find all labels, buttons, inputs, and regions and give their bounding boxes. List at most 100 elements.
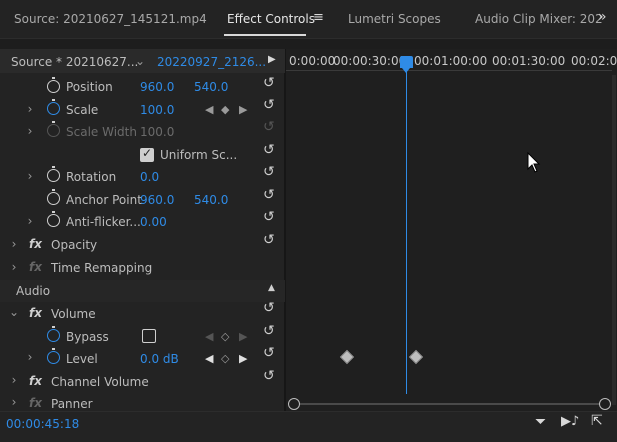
- chevron-right-icon[interactable]: ›: [9, 237, 19, 251]
- more-panels-icon[interactable]: »: [598, 9, 607, 25]
- tab-source[interactable]: Source: 20210627_145121.mp4: [14, 12, 207, 26]
- panel-divider[interactable]: [284, 49, 286, 411]
- reset-icon[interactable]: ↺: [263, 75, 275, 91]
- current-timecode[interactable]: 00:00:45:18: [6, 417, 79, 431]
- next-keyframe-icon[interactable]: ▶: [239, 352, 247, 365]
- fx-icon: fx: [29, 396, 42, 410]
- level-label: Level: [66, 352, 98, 366]
- stopwatch-icon[interactable]: [47, 326, 60, 342]
- ruler-label: 00:00:30:00: [333, 54, 407, 68]
- vertical-scrollbar[interactable]: [612, 75, 616, 405]
- rotation-value[interactable]: 0.0: [140, 170, 159, 184]
- chevron-right-icon[interactable]: ›: [9, 373, 19, 387]
- reset-icon: ↺: [263, 119, 275, 135]
- next-keyframe-icon: ▶: [239, 330, 248, 343]
- stopwatch-icon[interactable]: [47, 166, 60, 182]
- chevron-right-icon[interactable]: ›: [25, 124, 35, 138]
- sequence-clip-label[interactable]: 20220927_2126...: [157, 55, 266, 69]
- horizontal-scrollbar[interactable]: [292, 403, 605, 405]
- chevron-right-icon[interactable]: ›: [9, 260, 19, 274]
- anti-flicker-label: Anti-flicker...: [66, 215, 141, 229]
- chevron-down-icon[interactable]: ⌄: [135, 54, 145, 68]
- scale-width-value: 100.0: [140, 125, 175, 139]
- anchor-point-label: Anchor Point: [66, 193, 142, 207]
- stopwatch-icon[interactable]: [47, 77, 60, 93]
- level-value[interactable]: 0.0 dB: [140, 352, 179, 366]
- scale-value[interactable]: 100.0: [140, 103, 174, 117]
- scale-label: Scale: [66, 103, 99, 117]
- reset-icon[interactable]: ↺: [263, 142, 275, 158]
- filter-icon[interactable]: ⏷: [535, 414, 546, 430]
- ruler-label: 0:00:00: [289, 54, 336, 68]
- prev-keyframe-icon[interactable]: ◀: [205, 352, 213, 365]
- export-icon[interactable]: ⇱: [591, 413, 603, 429]
- ruler-baseline: [286, 70, 612, 71]
- play-audio-icon[interactable]: ▶♪: [561, 414, 579, 429]
- position-x-value[interactable]: 960.0: [140, 80, 174, 94]
- uniform-scale-checkbox[interactable]: [140, 146, 154, 162]
- stopwatch-icon[interactable]: [47, 211, 60, 227]
- channel-volume-label: Channel Volume: [51, 375, 149, 389]
- add-keyframe-icon[interactable]: ◆: [221, 103, 229, 116]
- active-tab-indicator: [224, 34, 306, 36]
- rotation-label: Rotation: [66, 170, 117, 184]
- stopwatch-icon[interactable]: [47, 99, 60, 115]
- fx-icon: fx: [29, 260, 42, 274]
- panel-menu-icon[interactable]: ≡: [313, 10, 324, 25]
- audio-section-label: Audio: [16, 284, 51, 298]
- scroll-handle-right[interactable]: [599, 398, 611, 410]
- reset-icon[interactable]: ↺: [263, 368, 275, 384]
- effect-timeline-panel: [286, 49, 617, 411]
- anchor-x-value[interactable]: 960.0: [140, 193, 174, 207]
- stopwatch-icon[interactable]: [47, 189, 60, 205]
- reset-icon[interactable]: ↺: [263, 345, 275, 361]
- scroll-handle-left[interactable]: [288, 398, 300, 410]
- prev-keyframe-icon[interactable]: ◀: [205, 103, 213, 116]
- bypass-checkbox[interactable]: [142, 329, 156, 343]
- next-keyframe-icon[interactable]: ▶: [239, 103, 247, 116]
- reset-icon[interactable]: ↺: [263, 209, 275, 225]
- prev-keyframe-icon: ◀: [205, 330, 214, 343]
- fx-icon[interactable]: fx: [29, 374, 42, 388]
- play-only-audio-icon[interactable]: ▶: [268, 54, 276, 65]
- reset-icon[interactable]: ↺: [263, 300, 275, 316]
- volume-label: Volume: [51, 307, 96, 321]
- chevron-right-icon[interactable]: ›: [25, 102, 35, 116]
- ruler-label: 00:01:30:00: [492, 54, 566, 68]
- collapse-up-icon[interactable]: ▲: [268, 283, 275, 293]
- fx-icon[interactable]: fx: [29, 237, 42, 251]
- uniform-scale-label: Uniform Sc...: [160, 148, 238, 162]
- reset-icon[interactable]: ↺: [263, 232, 275, 248]
- bypass-label: Bypass: [66, 330, 109, 344]
- chevron-right-icon[interactable]: ›: [25, 214, 35, 228]
- ruler-label: 00:01:00:00: [414, 54, 488, 68]
- reset-icon[interactable]: ↺: [263, 323, 275, 339]
- position-label: Position: [66, 80, 113, 94]
- chevron-right-icon[interactable]: ›: [25, 169, 35, 183]
- tab-effect-controls[interactable]: Effect Controls: [227, 12, 315, 26]
- panner-label: Panner: [51, 397, 93, 411]
- chevron-down-icon[interactable]: ⌄: [9, 305, 19, 319]
- status-footer: [0, 411, 617, 442]
- position-y-value[interactable]: 540.0: [194, 80, 228, 94]
- chevron-right-icon[interactable]: ›: [9, 395, 19, 409]
- playhead-line[interactable]: [406, 66, 407, 394]
- add-keyframe-icon[interactable]: ◇: [221, 352, 229, 365]
- stopwatch-icon: [47, 121, 60, 137]
- reset-icon[interactable]: ↺: [263, 97, 275, 113]
- time-remapping-label: Time Remapping: [51, 261, 153, 275]
- reset-icon[interactable]: ↺: [263, 187, 275, 203]
- source-clip-label[interactable]: Source * 20210627...: [11, 55, 138, 69]
- anchor-y-value[interactable]: 540.0: [194, 193, 228, 207]
- stopwatch-icon[interactable]: [47, 348, 60, 364]
- tab-lumetri-scopes[interactable]: Lumetri Scopes: [348, 12, 441, 26]
- mouse-cursor-icon: [527, 152, 541, 173]
- ruler-label: 00:02:0: [571, 54, 617, 68]
- chevron-right-icon[interactable]: ›: [25, 350, 35, 364]
- reset-icon[interactable]: ↺: [263, 164, 275, 180]
- add-keyframe-icon[interactable]: ◇: [221, 330, 229, 343]
- fx-icon[interactable]: fx: [29, 306, 42, 320]
- tab-audio-clip-mixer[interactable]: Audio Clip Mixer: 202: [475, 12, 603, 26]
- anti-flicker-value[interactable]: 0.00: [140, 215, 167, 229]
- playhead-handle[interactable]: [400, 56, 413, 73]
